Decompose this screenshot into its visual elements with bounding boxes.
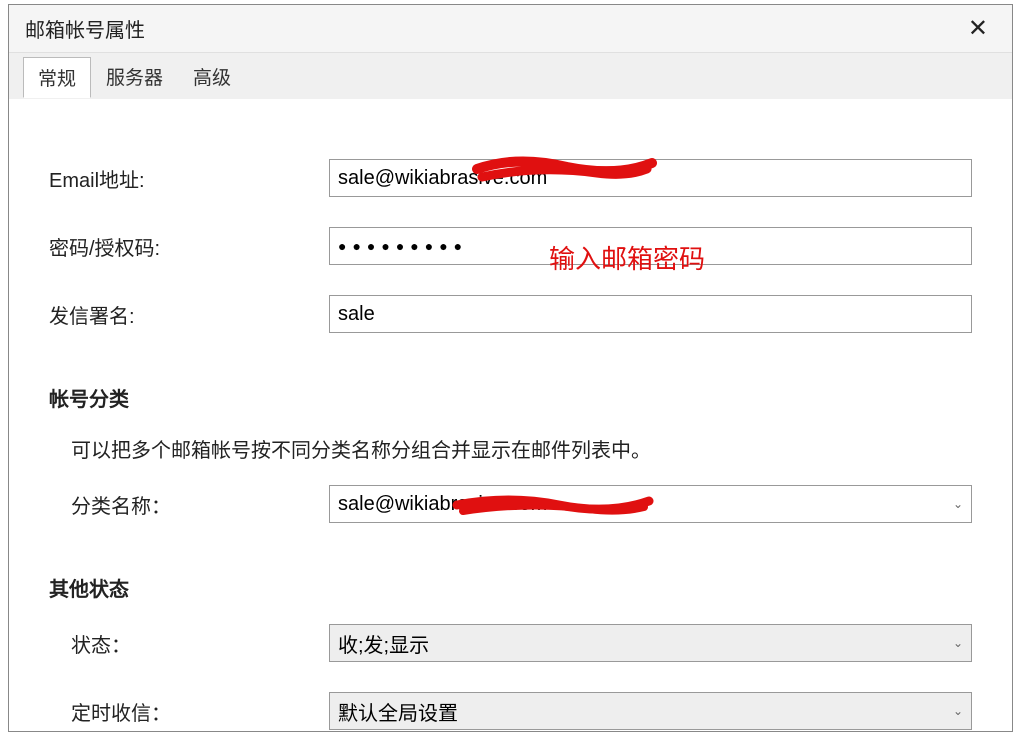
tab-general[interactable]: 常规 [23, 57, 91, 98]
schedule-select[interactable]: 默认全局设置 ⌄ [329, 692, 972, 730]
category-name-row: 分类名称： sale@wikiabrasive.com ⌄ [49, 485, 972, 523]
status-label: 状态： [49, 629, 329, 658]
category-description: 可以把多个邮箱帐号按不同分类名称分组合并显示在邮件列表中。 [49, 434, 972, 463]
password-row: 密码/授权码: [49, 227, 972, 265]
chevron-down-icon: ⌄ [953, 497, 963, 511]
schedule-row: 定时收信： 默认全局设置 ⌄ [49, 692, 972, 730]
tab-advanced[interactable]: 高级 [178, 56, 246, 97]
email-input[interactable] [329, 159, 972, 197]
password-label: 密码/授权码: [49, 232, 329, 261]
email-label: Email地址: [49, 164, 329, 193]
chevron-down-icon: ⌄ [953, 636, 963, 650]
dialog-window: 邮箱帐号属性 ✕ 常规 服务器 高级 Email地址: 密码/授权码: 发信署名… [8, 4, 1013, 732]
close-icon[interactable]: ✕ [960, 17, 996, 41]
dialog-title: 邮箱帐号属性 [25, 14, 145, 43]
tabbar: 常规 服务器 高级 [9, 53, 1012, 99]
signature-row: 发信署名: [49, 295, 972, 333]
signature-label: 发信署名: [49, 300, 329, 329]
status-select[interactable]: 收;发;显示 ⌄ [329, 624, 972, 662]
category-name-select[interactable]: sale@wikiabrasive.com ⌄ [329, 485, 972, 523]
category-name-label: 分类名称： [49, 490, 329, 519]
schedule-label: 定时收信： [49, 697, 329, 726]
titlebar: 邮箱帐号属性 ✕ [9, 5, 1012, 53]
password-input[interactable] [329, 227, 972, 265]
content-area: Email地址: 密码/授权码: 发信署名: 帐号分类 可以把多个邮箱帐号按不同… [9, 99, 1012, 730]
other-status-header: 其他状态 [49, 573, 972, 602]
category-header: 帐号分类 [49, 383, 972, 412]
signature-input[interactable] [329, 295, 972, 333]
email-row: Email地址: [49, 159, 972, 197]
status-value: 收;发;显示 [338, 629, 429, 658]
category-name-value: sale@wikiabrasive.com [338, 493, 547, 516]
tab-server[interactable]: 服务器 [91, 56, 178, 97]
schedule-value: 默认全局设置 [338, 697, 458, 726]
status-row: 状态： 收;发;显示 ⌄ [49, 624, 972, 662]
chevron-down-icon: ⌄ [953, 704, 963, 718]
